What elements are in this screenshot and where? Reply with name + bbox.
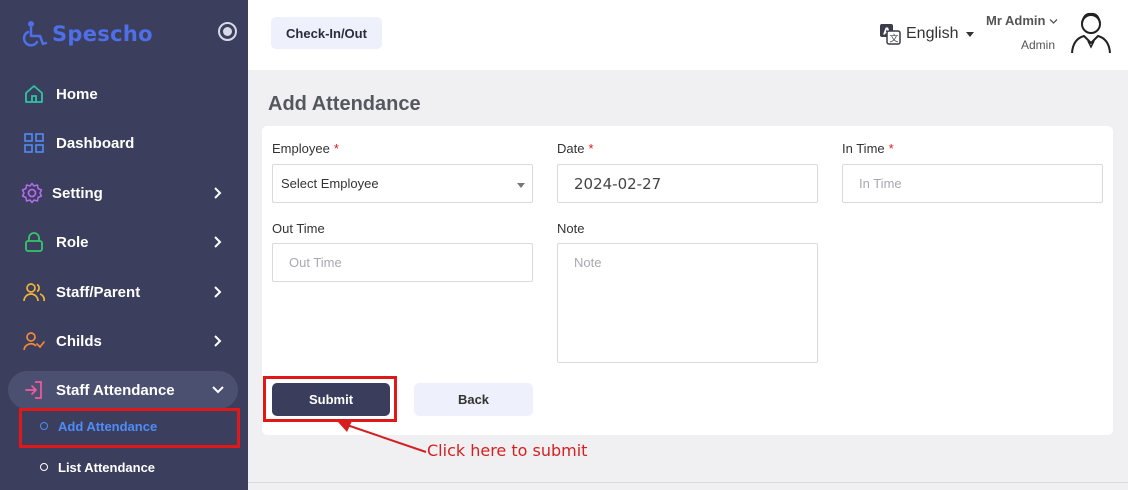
employee-select[interactable]: Select Employee <box>272 164 533 203</box>
login-icon <box>22 378 46 402</box>
chevron-down-icon <box>1049 19 1058 24</box>
chevron-down-icon <box>212 386 224 394</box>
sidebar-item-label: Home <box>56 85 98 103</box>
page-title: Add Attendance <box>268 93 421 115</box>
sidebar-item-label: Setting <box>52 184 103 202</box>
wheelchair-icon <box>22 21 48 47</box>
sidebar-item-label: Staff/Parent <box>56 283 141 301</box>
user-menu[interactable]: Mr Admin <box>986 13 1058 28</box>
highlight-box <box>19 408 240 448</box>
check-in-out-button[interactable]: Check-In/Out <box>271 17 382 49</box>
sidebar-item-setting[interactable]: Setting <box>8 174 238 212</box>
sidebar-item-childs[interactable]: Childs <box>8 322 238 360</box>
sidebar-toggle[interactable] <box>218 22 237 41</box>
sidebar: Spescho Home Dashboard Setting Role Staf… <box>0 0 248 490</box>
date-field[interactable]: 2024-02-27 <box>557 164 818 203</box>
sidebar-item-label: Staff Attendance <box>56 381 175 399</box>
chevron-right-icon <box>214 335 222 347</box>
sidebar-item-role[interactable]: Role <box>8 223 238 261</box>
user-role: Admin <box>1021 38 1056 52</box>
child-icon <box>22 329 46 353</box>
sidebar-subitem-label: List Attendance <box>58 459 156 475</box>
chevron-right-icon <box>214 286 222 298</box>
annotation-arrow <box>338 421 427 453</box>
top-header: Check-In/Out A 文 English Mr Admin Admin <box>248 0 1128 70</box>
sidebar-item-label: Role <box>56 233 89 251</box>
employee-label: Employee * <box>272 141 339 156</box>
user-name: Mr Admin <box>986 13 1046 28</box>
language-label: English <box>906 25 959 42</box>
sidebar-subitem-list-attendance[interactable]: List Attendance <box>20 455 155 479</box>
employee-select-value: Select Employee <box>281 176 379 191</box>
in-time-field[interactable]: In Time <box>842 164 1103 203</box>
in-time-label: In Time * <box>842 141 894 156</box>
brand-name: Spescho <box>52 22 153 46</box>
annotation-text: Click here to submit <box>427 441 588 460</box>
bullet-icon <box>40 463 48 471</box>
note-textarea[interactable]: Note <box>557 243 818 363</box>
sidebar-item-label: Dashboard <box>56 134 135 152</box>
brand-logo[interactable]: Spescho <box>22 18 153 50</box>
date-label: Date * <box>557 141 594 156</box>
sidebar-item-dashboard[interactable]: Dashboard <box>8 124 238 162</box>
divider <box>248 482 1128 483</box>
translate-icon: A 文 <box>880 24 901 45</box>
gear-icon <box>20 181 44 205</box>
avatar[interactable] <box>1068 9 1114 55</box>
sidebar-item-label: Childs <box>56 332 102 350</box>
sidebar-item-home[interactable]: Home <box>8 75 238 113</box>
language-selector[interactable]: A 文 English <box>879 22 975 46</box>
chevron-right-icon <box>214 236 222 248</box>
grid-icon <box>22 131 46 155</box>
out-time-label: Out Time <box>272 221 325 236</box>
sidebar-item-staff-attendance[interactable]: Staff Attendance <box>8 371 238 409</box>
caret-down-icon <box>966 31 975 37</box>
sidebar-item-staff-parent[interactable]: Staff/Parent <box>8 273 238 311</box>
note-label: Note <box>557 221 585 236</box>
chevron-right-icon <box>214 187 222 199</box>
users-icon <box>22 280 46 304</box>
svg-text:文: 文 <box>890 33 899 45</box>
lock-icon <box>22 230 46 254</box>
out-time-field[interactable]: Out Time <box>272 243 533 282</box>
caret-down-icon <box>517 183 525 188</box>
home-icon <box>22 82 46 106</box>
